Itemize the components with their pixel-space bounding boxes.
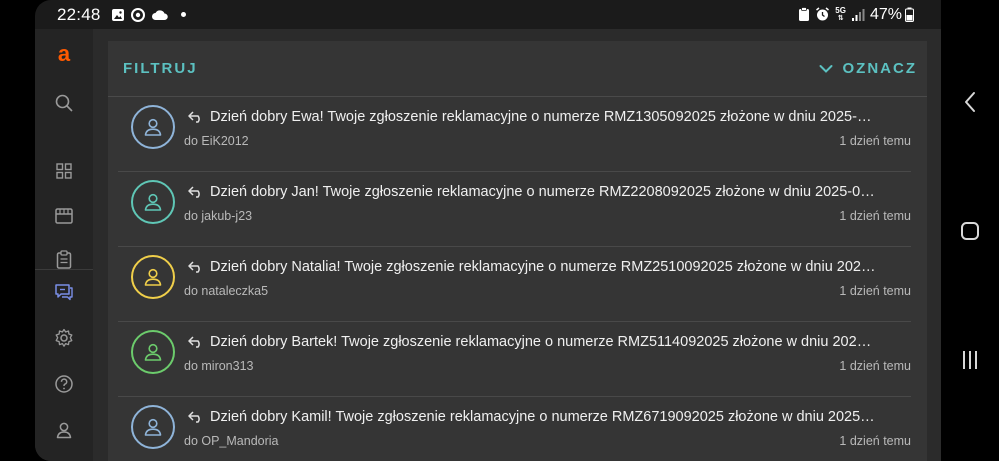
chrome-icon [130, 7, 145, 22]
message-recipient: do OP_Mandoria [184, 434, 279, 448]
home-icon[interactable] [955, 216, 985, 246]
status-bar: 22:48 5G ⇅ 47% [35, 0, 941, 29]
message-subject: Dzień dobry Natalia! Twoje zgłoszenie re… [188, 259, 878, 275]
message-subject: Dzień dobry Ewa! Twoje zgłoszenie reklam… [188, 109, 878, 125]
message-time: 1 dzień temu [839, 209, 911, 223]
message-row[interactable]: Dzień dobry Ewa! Twoje zgłoszenie reklam… [118, 97, 911, 172]
back-icon[interactable] [955, 87, 985, 117]
alarm-icon [815, 7, 830, 22]
message-row[interactable]: Dzień dobry Bartek! Twoje zgłoszenie rek… [118, 322, 911, 397]
message-subject-text: Dzień dobry Ewa! Twoje zgłoszenie reklam… [210, 109, 878, 125]
message-recipient: do nataleczka5 [184, 284, 269, 298]
logo[interactable]: a [51, 41, 77, 67]
message-row[interactable]: Dzień dobry Kamil! Twoje zgłoszenie rekl… [118, 397, 911, 461]
mark-button[interactable]: OZNACZ [819, 60, 918, 77]
battery-percent: 47% [869, 5, 902, 23]
message-list: Dzień dobry Ewa! Twoje zgłoszenie reklam… [118, 97, 911, 461]
filter-button[interactable]: FILTRUJ [123, 60, 198, 77]
gallery-icon [111, 8, 125, 22]
reply-icon [188, 111, 200, 123]
avatar [131, 255, 175, 299]
message-time: 1 dzień temu [839, 284, 911, 298]
search-icon[interactable] [51, 90, 77, 116]
clipboard-status-icon [798, 7, 810, 22]
grid-icon[interactable] [51, 158, 77, 184]
status-time: 22:48 [57, 4, 101, 24]
messages-icon[interactable] [51, 279, 77, 305]
message-subject-text: Dzień dobry Kamil! Twoje zgłoszenie rekl… [210, 409, 878, 425]
system-nav-bar [941, 0, 999, 461]
message-subject: Dzień dobry Jan! Twoje zgłoszenie reklam… [188, 184, 878, 200]
message-subject-text: Dzień dobry Jan! Twoje zgłoszenie reklam… [210, 184, 878, 200]
message-recipient: do jakub-j23 [184, 209, 253, 223]
message-time: 1 dzień temu [839, 434, 911, 448]
signal-icon [851, 8, 865, 22]
reply-icon [188, 411, 200, 423]
network-label: 5G [835, 5, 846, 15]
message-row[interactable]: Dzień dobry Natalia! Twoje zgłoszenie re… [118, 247, 911, 322]
mark-label: OZNACZ [842, 60, 917, 77]
message-time: 1 dzień temu [839, 134, 911, 148]
chevron-down-icon [819, 64, 833, 74]
rail-divider [35, 269, 93, 270]
avatar [131, 330, 175, 374]
sidebar-rail: a [35, 29, 93, 461]
network-5g-icon: 5G ⇅ [835, 5, 846, 22]
gear-icon[interactable] [51, 325, 77, 351]
message-time: 1 dzień temu [839, 359, 911, 373]
store-icon[interactable] [51, 203, 77, 229]
help-icon[interactable] [51, 371, 77, 397]
message-subject: Dzień dobry Kamil! Twoje zgłoszenie rekl… [188, 409, 878, 425]
user-icon[interactable] [51, 417, 77, 443]
message-subject: Dzień dobry Bartek! Twoje zgłoszenie rek… [188, 334, 878, 350]
app-window: a FILTRUJ OZNACZ Dzień dobry Ewa! Twoje … [35, 29, 941, 461]
reply-icon [188, 261, 200, 273]
avatar [131, 405, 175, 449]
cloud-icon [151, 8, 169, 22]
reply-icon [188, 186, 200, 198]
panel-header: FILTRUJ OZNACZ [108, 41, 927, 97]
battery-icon [905, 7, 914, 22]
reply-icon [188, 336, 200, 348]
recents-icon[interactable] [955, 345, 985, 375]
message-subject-text: Dzień dobry Bartek! Twoje zgłoszenie rek… [210, 334, 878, 350]
clipboard-icon[interactable] [51, 249, 77, 269]
message-recipient: do miron313 [184, 359, 254, 373]
messages-panel: FILTRUJ OZNACZ Dzień dobry Ewa! Twoje zg… [108, 41, 927, 461]
logo-letter: a [57, 41, 71, 66]
avatar [131, 105, 175, 149]
notification-dot-icon [180, 12, 186, 17]
message-row[interactable]: Dzień dobry Jan! Twoje zgłoszenie reklam… [118, 172, 911, 247]
avatar [131, 180, 175, 224]
message-subject-text: Dzień dobry Natalia! Twoje zgłoszenie re… [210, 259, 878, 275]
message-recipient: do EiK2012 [184, 134, 249, 148]
